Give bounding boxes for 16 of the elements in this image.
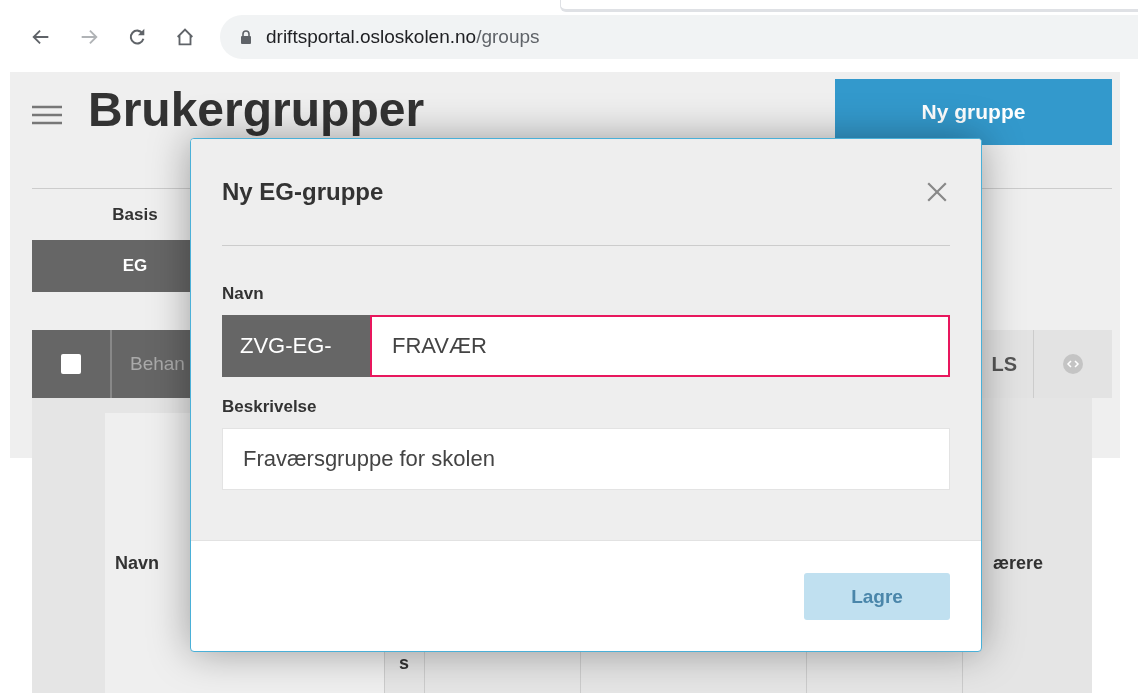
section-label: Basis xyxy=(111,205,159,225)
dialog-title: Ny EG-gruppe xyxy=(222,178,384,206)
checkbox[interactable] xyxy=(61,354,81,374)
url-path: /groups xyxy=(476,26,540,48)
input-field[interactable]: FRAVÆR xyxy=(370,315,950,377)
home-icon[interactable] xyxy=(174,26,196,48)
close-icon[interactable] xyxy=(926,181,948,203)
address-bar[interactable]: driftsportal.osloskolen.no/groups xyxy=(220,15,1138,59)
url-host: driftsportal.osloskolen.no xyxy=(266,26,477,48)
name-prefix: ZVG-EG- xyxy=(222,315,370,377)
table-cell-text: ærere xyxy=(992,552,1045,575)
code-icon[interactable] xyxy=(1063,354,1083,374)
menu-icon[interactable] xyxy=(32,105,62,125)
lock-icon xyxy=(240,30,252,44)
input-field[interactable]: Fraværsgruppe for skolen xyxy=(222,428,950,490)
page-title: Brukergrupper xyxy=(88,83,425,137)
